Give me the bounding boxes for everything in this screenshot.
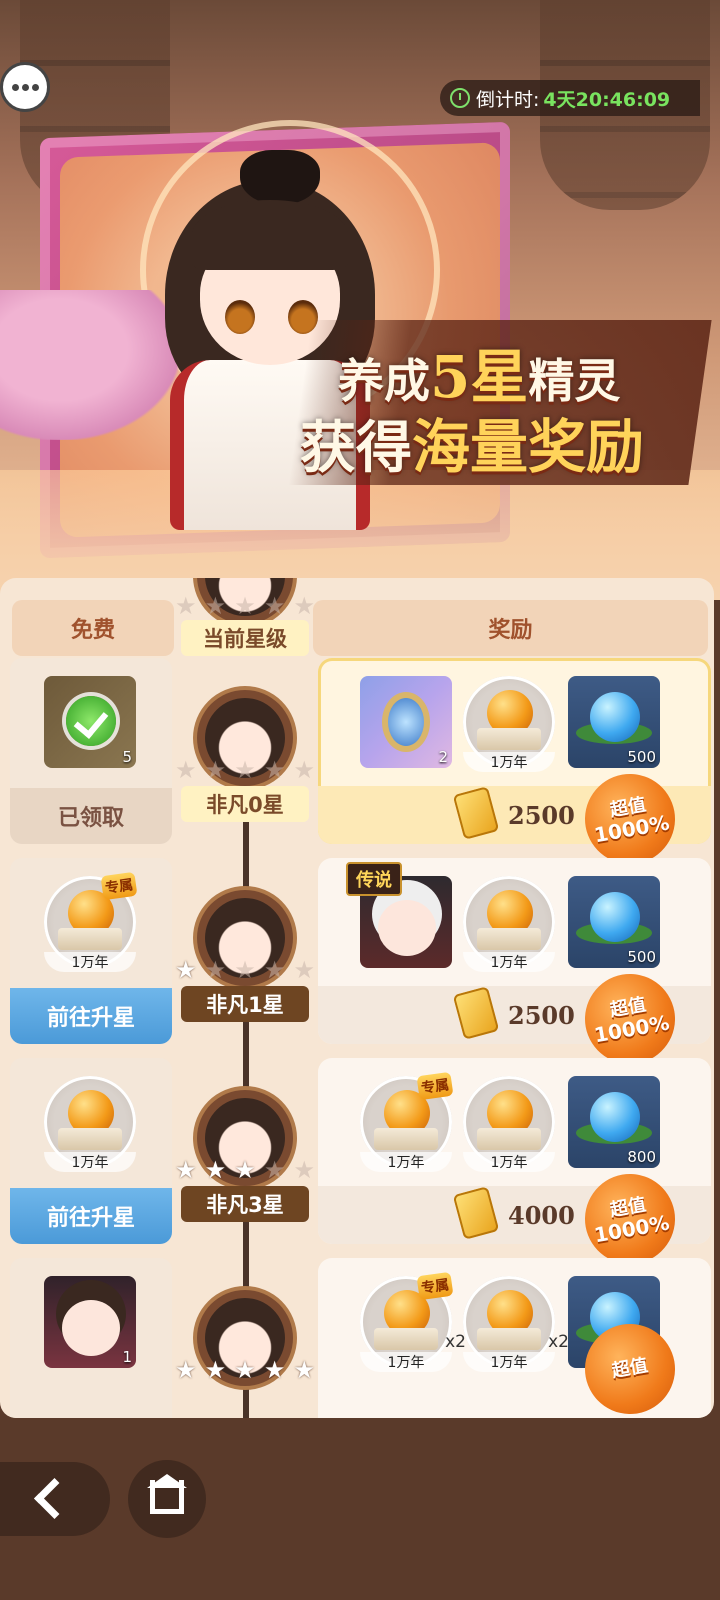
star-icon: ★	[234, 592, 256, 620]
reward-item-orb[interactable]: 1万年	[463, 876, 555, 972]
star-rating-3: ★ ★ ★ ★ ★	[175, 1358, 315, 1382]
free-reward-card[interactable]: 5 已领取	[10, 658, 172, 844]
countdown-timer: 倒计时: 4天20:46:09	[440, 80, 700, 116]
reward-item-blue-orb[interactable]: 500	[568, 876, 660, 968]
reward-card[interactable]: 2 1万年 500 2500 超值 1000%	[318, 658, 711, 872]
coin-amount: 4000	[508, 1201, 575, 1230]
coin-icon	[452, 1186, 500, 1240]
banner-title-line2: 获得海量奖励	[300, 413, 645, 481]
checkmark-icon	[66, 696, 116, 746]
star-icon: ★	[204, 756, 227, 784]
star-icon: ★	[175, 592, 197, 620]
countdown-label: 倒计时:	[476, 88, 540, 111]
mirror-icon	[382, 692, 430, 752]
free-reward-item: 1万年 专属	[44, 871, 138, 972]
free-column-header: 免费	[12, 600, 174, 656]
reward-row-3: 1 1万年 专属 x2 1万年 x2 1200	[0, 1258, 714, 1418]
reward-item-orb[interactable]: 1万年	[463, 1076, 555, 1172]
reward-card[interactable]: 1万年 专属 x2 1万年 x2 1200 超值	[318, 1258, 711, 1418]
back-button[interactable]	[0, 1462, 110, 1536]
star-rating-current: ★ ★ ★ ★ ★	[175, 594, 315, 618]
star-rating-1: ★ ★ ★ ★ ★	[175, 958, 315, 982]
star-icon: ★	[263, 756, 286, 784]
reward-column-header: 奖励	[313, 600, 708, 656]
reward-item-orb[interactable]: 1万年 专属 x2	[360, 1271, 466, 1372]
reward-row-2: 1万年 前往升星 1万年 专属 1万年 800 4000 超值 1000%	[0, 1058, 714, 1272]
alarm-clock-icon	[450, 88, 470, 108]
coin-amount: 2500	[508, 1001, 575, 1030]
star-icon: ★	[204, 956, 227, 984]
exclusive-tag: 专属	[416, 1271, 454, 1301]
level-label-1: 非凡1星	[181, 986, 309, 1022]
exclusive-tag: 专属	[100, 871, 138, 901]
chat-icon	[11, 83, 19, 91]
star-icon: ★	[263, 1356, 286, 1384]
star-icon: ★	[204, 592, 227, 620]
star-icon: ★	[293, 756, 315, 784]
star-icon: ★	[263, 592, 286, 620]
star-icon: ★	[234, 1156, 256, 1184]
coin-icon	[452, 986, 500, 1040]
claimed-button[interactable]: 已领取	[10, 788, 172, 844]
free-reward-item: 5	[44, 676, 136, 768]
value-badge: 超值 1000%	[577, 766, 683, 872]
star-icon: ★	[175, 956, 197, 984]
reward-row-1: 1万年 专属 前往升星 传说 1万年 500 2500 超值 1000%	[0, 858, 714, 1072]
free-reward-card[interactable]: 1	[10, 1258, 172, 1418]
star-icon: ★	[204, 1356, 227, 1384]
free-reward-item: 1万年	[44, 1076, 136, 1172]
free-reward-card[interactable]: 1万年 专属 前往升星	[10, 858, 172, 1044]
home-button[interactable]	[128, 1460, 206, 1538]
star-icon: ★	[293, 1156, 315, 1184]
reward-item-blue-orb[interactable]: 800	[568, 1076, 660, 1168]
reward-item-character[interactable]: 传说	[346, 862, 452, 968]
value-badge: 超值 1000%	[577, 1166, 683, 1272]
reward-row-0: 5 已领取 2 1万年 500 2500 超值 1000%	[0, 658, 714, 872]
go-upgrade-button[interactable]: 前往升星	[10, 988, 172, 1044]
star-reward-panel: 免费 奖励 5 已领取 2 1万年 500 2500 超值 1000% 1万年 …	[0, 578, 714, 1418]
star-icon: ★	[204, 1156, 227, 1184]
star-icon: ★	[234, 756, 256, 784]
star-icon: ★	[293, 592, 315, 620]
reward-item-orb[interactable]: 1万年 x2	[463, 1276, 569, 1372]
star-icon: ★	[293, 1356, 315, 1384]
character-portrait	[62, 1300, 120, 1356]
countdown-value: 4天20:46:09	[543, 88, 671, 111]
reward-card[interactable]: 1万年 专属 1万年 800 4000 超值 1000%	[318, 1058, 711, 1272]
level-label-2: 非凡3星	[181, 1186, 309, 1222]
star-icon: ★	[234, 956, 256, 984]
star-rating-2: ★ ★ ★ ★ ★	[175, 1158, 315, 1182]
exclusive-tag: 专属	[416, 1071, 454, 1101]
star-icon: ★	[175, 1156, 197, 1184]
star-icon: ★	[263, 1156, 286, 1184]
level-label-0: 非凡0星	[181, 786, 309, 822]
go-upgrade-button[interactable]: 前往升星	[10, 1188, 172, 1244]
character-portrait	[378, 900, 436, 956]
reward-card[interactable]: 传说 1万年 500 2500 超值 1000%	[318, 858, 711, 1072]
legend-tag: 传说	[346, 862, 402, 896]
reward-item-orb[interactable]: 1万年	[463, 676, 555, 772]
reward-item-mirror[interactable]: 2	[360, 676, 452, 768]
star-icon: ★	[175, 1356, 197, 1384]
star-icon: ★	[293, 956, 315, 984]
blue-orb-icon	[590, 692, 640, 742]
blue-orb-icon	[590, 892, 640, 942]
star-rating-0: ★ ★ ★ ★ ★	[175, 758, 315, 782]
chat-button[interactable]	[0, 62, 50, 112]
reward-item-blue-orb[interactable]: 500	[568, 676, 660, 768]
current-level-label: 当前星级	[181, 620, 309, 656]
star-icon: ★	[234, 1356, 256, 1384]
value-badge: 超值 1000%	[577, 966, 683, 1072]
coin-amount: 2500	[508, 801, 575, 830]
blue-orb-icon	[590, 1092, 640, 1142]
reward-item-orb[interactable]: 1万年 专属	[360, 1071, 454, 1172]
star-icon: ★	[263, 956, 286, 984]
hair-bow	[240, 150, 320, 205]
free-reward-card[interactable]: 1万年 前往升星	[10, 1058, 172, 1244]
star-icon: ★	[175, 756, 197, 784]
free-reward-item: 1	[44, 1276, 136, 1368]
coin-icon	[452, 786, 500, 840]
